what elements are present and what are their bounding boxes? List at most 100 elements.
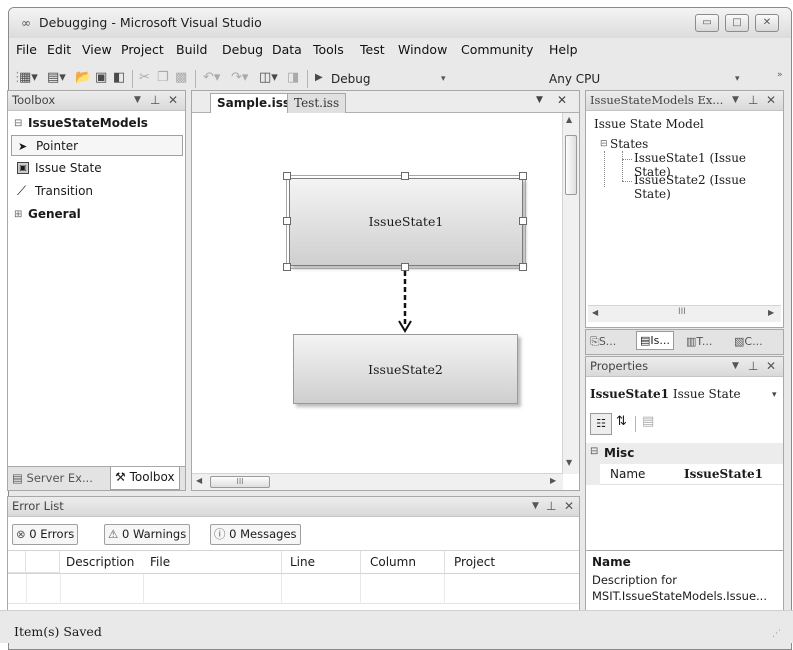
object-selector[interactable]: IssueState1 Issue State	[590, 387, 741, 401]
pin-icon[interactable]: ⊥	[546, 497, 556, 516]
save-icon[interactable]: ▣	[95, 70, 107, 85]
resize-grip-icon[interactable]: ⋰	[772, 629, 781, 639]
resize-handle[interactable]	[401, 172, 409, 180]
menu-view[interactable]: View	[82, 42, 112, 57]
close-button[interactable]: ✕	[755, 14, 779, 32]
scroll-thumb[interactable]: III	[210, 476, 270, 488]
redo-icon[interactable]: ↷▾	[231, 70, 248, 85]
category-misc[interactable]: ⊟ Misc	[586, 443, 783, 464]
resize-handle[interactable]	[283, 217, 291, 225]
menu-build[interactable]: Build	[176, 42, 207, 57]
tab-toolbox[interactable]: ⚒ Toolbox	[110, 467, 180, 490]
close-icon[interactable]: ✕	[564, 497, 574, 516]
new-project-icon[interactable]: ▦▾	[19, 70, 38, 85]
toolbox-item-issue-state[interactable]: ▣ Issue State	[8, 158, 185, 179]
save-all-icon[interactable]: ◧	[113, 70, 125, 85]
errors-filter-button[interactable]: ⊗ 0 Errors	[12, 524, 79, 545]
state-node-issuestate1[interactable]: IssueState1	[286, 175, 526, 269]
menu-debug[interactable]: Debug	[222, 42, 263, 57]
paste-icon[interactable]: ▩	[175, 70, 187, 85]
navigate-forward-icon[interactable]: ◨	[287, 70, 299, 85]
menu-file[interactable]: File	[16, 42, 37, 57]
close-document-icon[interactable]: ✕	[557, 93, 567, 107]
scroll-thumb[interactable]	[565, 135, 577, 195]
scroll-up-icon[interactable]: ▲	[566, 115, 572, 124]
tab-solution-explorer[interactable]: ⎘S...	[590, 335, 616, 349]
cut-icon[interactable]: ✂	[139, 70, 150, 85]
horizontal-scrollbar[interactable]: ◀ III ▶	[192, 473, 563, 490]
column-header-line[interactable]: Line	[290, 555, 315, 569]
transition-connector[interactable]	[392, 269, 422, 339]
scroll-left-icon[interactable]: ◀	[592, 308, 598, 317]
undo-icon[interactable]: ↶▾	[203, 70, 220, 85]
property-pages-icon[interactable]: ▤	[642, 414, 654, 429]
tab-team-explorer[interactable]: ▥T...	[686, 335, 712, 348]
warnings-filter-button[interactable]: ⚠ 0 Warnings	[104, 524, 191, 545]
pin-icon[interactable]: ⊥	[150, 91, 160, 110]
add-item-icon[interactable]: ▤▾	[47, 70, 66, 85]
menu-data[interactable]: Data	[272, 42, 302, 57]
tree-folder-states[interactable]: States	[610, 137, 648, 151]
tree-root[interactable]: Issue State Model	[594, 117, 704, 131]
resize-handle[interactable]	[519, 263, 527, 271]
vertical-scrollbar[interactable]: ▲ ▼	[562, 113, 579, 474]
resize-handle[interactable]	[283, 263, 291, 271]
minimize-button[interactable]: ▭	[695, 14, 719, 32]
scroll-right-icon[interactable]: ▶	[768, 308, 774, 317]
pin-icon[interactable]: ⊥	[748, 357, 758, 376]
toolbox-group-general[interactable]: ⊞ General	[8, 204, 185, 225]
property-value[interactable]: IssueState1	[684, 467, 763, 481]
tree-item-issuestate2[interactable]: IssueState2 (Issue State)	[634, 173, 783, 201]
pin-icon[interactable]: ⊥	[748, 91, 758, 110]
chevron-down-icon[interactable]: ▼	[134, 91, 141, 110]
maximize-button[interactable]: □	[725, 14, 749, 32]
scroll-right-icon[interactable]: ▶	[550, 476, 556, 485]
column-header-description[interactable]: Description	[66, 555, 134, 569]
horizontal-scrollbar[interactable]: ◀ III ▶	[588, 305, 781, 322]
tab-list-dropdown-icon[interactable]: ▼	[536, 95, 543, 105]
toolbox-item-transition[interactable]: ⟋ Transition	[8, 181, 185, 202]
menu-test[interactable]: Test	[360, 42, 385, 57]
resize-handle[interactable]	[283, 172, 291, 180]
messages-filter-button[interactable]: ⓘ 0 Messages	[210, 524, 301, 545]
resize-handle[interactable]	[519, 172, 527, 180]
close-icon[interactable]: ✕	[766, 357, 776, 376]
tab-test-iss[interactable]: Test.iss	[287, 93, 347, 113]
close-icon[interactable]: ✕	[766, 91, 776, 110]
start-debugging-icon[interactable]: ▶	[315, 72, 323, 83]
collapse-icon[interactable]: ⊟	[600, 139, 608, 149]
menu-project[interactable]: Project	[121, 42, 164, 57]
alphabetical-icon[interactable]: ⇅	[616, 414, 627, 429]
copy-icon[interactable]: ❐	[157, 70, 169, 85]
resize-handle[interactable]	[519, 217, 527, 225]
navigate-backward-icon[interactable]: ◫▾	[259, 70, 278, 85]
property-row-name[interactable]: Name IssueState1	[586, 464, 783, 485]
solution-platform-dropdown[interactable]: Any CPU ▾	[549, 69, 749, 89]
column-header-column[interactable]: Column	[370, 555, 416, 569]
column-header-project[interactable]: Project	[454, 555, 495, 569]
menu-edit[interactable]: Edit	[47, 42, 71, 57]
tab-class-view[interactable]: ▧C...	[734, 335, 763, 348]
toolbox-group-issuestatemodels[interactable]: ⊟ IssueStateModels	[8, 113, 185, 134]
categorized-icon[interactable]: ☷	[590, 413, 612, 435]
state-node-issuestate2[interactable]: IssueState2	[293, 334, 518, 404]
column-header-file[interactable]: File	[150, 555, 170, 569]
menu-community[interactable]: Community	[461, 42, 533, 57]
chevron-down-icon[interactable]: ▼	[732, 357, 739, 376]
menu-help[interactable]: Help	[549, 42, 578, 57]
chevron-down-icon[interactable]: ▼	[532, 497, 539, 516]
scroll-thumb[interactable]: III	[678, 307, 686, 317]
tab-sample-iss[interactable]: Sample.iss	[210, 93, 298, 113]
tab-server-explorer[interactable]: ▤ Server Ex...	[12, 471, 93, 485]
scroll-down-icon[interactable]: ▼	[566, 458, 572, 467]
menu-tools[interactable]: Tools	[313, 42, 344, 57]
open-file-icon[interactable]: 📂	[75, 70, 91, 85]
toolbar-overflow-icon[interactable]: »	[777, 70, 783, 80]
tab-issue-state-explorer[interactable]: ▤Is...	[636, 331, 674, 350]
close-icon[interactable]: ✕	[168, 91, 178, 110]
toolbox-item-pointer[interactable]: ➤ Pointer	[11, 135, 183, 156]
menu-window[interactable]: Window	[398, 42, 447, 57]
solution-configuration-dropdown[interactable]: Debug ▾	[331, 69, 451, 89]
chevron-down-icon[interactable]: ▾	[772, 390, 777, 400]
chevron-down-icon[interactable]: ▼	[732, 91, 739, 110]
